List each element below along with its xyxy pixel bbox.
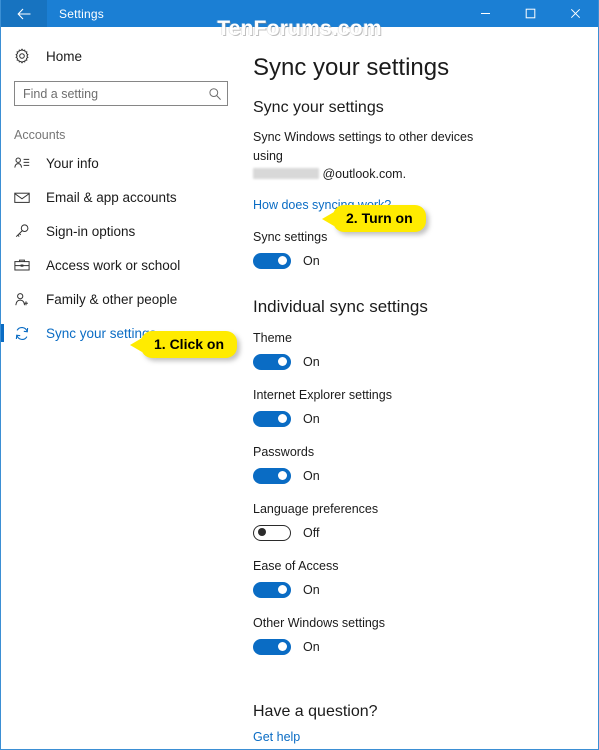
setting-label: Other Windows settings <box>253 615 385 630</box>
main-content: Sync your settings Sync your settings Sy… <box>243 27 598 749</box>
back-button[interactable] <box>1 0 47 27</box>
setting-label: Internet Explorer settings <box>253 387 392 402</box>
key-icon <box>14 223 40 239</box>
search-box[interactable] <box>14 81 228 106</box>
sync-settings-group: Sync settings On <box>253 230 598 271</box>
setting-toggle-row: Off <box>253 523 598 543</box>
setting-label: Passwords <box>253 444 315 459</box>
sync-icon <box>14 326 40 341</box>
sidebar-item-access-work-or-school[interactable]: Access work or school <box>1 248 243 282</box>
setting-passwords: Passwords On <box>253 445 598 486</box>
language-preferences-toggle[interactable] <box>253 524 291 541</box>
sidebar-item-family-other-people[interactable]: Family & other people <box>1 282 243 316</box>
setting-toggle-row: On <box>253 352 598 372</box>
briefcase-icon <box>14 258 40 272</box>
setting-state: On <box>303 582 320 597</box>
setting-ease-of-access: Ease of Access On <box>253 559 598 600</box>
sidebar-item-label: Your info <box>46 155 99 171</box>
setting-state: On <box>303 354 320 369</box>
setting-toggle-row: On <box>253 409 598 429</box>
setting-label: Ease of Access <box>253 558 339 573</box>
setting-toggle-row: On <box>253 466 598 486</box>
callout-text: 1. Click on <box>154 336 225 352</box>
theme-toggle[interactable] <box>253 353 291 370</box>
description-line-2: @outlook.com. <box>322 166 407 181</box>
person-add-icon <box>14 292 40 307</box>
sync-description: Sync Windows settings to other devices u… <box>253 128 503 182</box>
minimize-button[interactable] <box>463 0 508 27</box>
sidebar-item-label: Home <box>46 48 83 64</box>
sidebar-item-label: Email & app accounts <box>46 189 177 205</box>
callout-text: 2. Turn on <box>346 210 413 226</box>
help-link-container: How does syncing work? <box>253 196 598 214</box>
sync-settings-toggle-row: On <box>253 251 598 271</box>
sidebar-item-label: Access work or school <box>46 257 181 273</box>
search-container <box>1 73 243 106</box>
ease-of-access-toggle[interactable] <box>253 581 291 598</box>
get-help-link[interactable]: Get help <box>253 730 300 744</box>
sync-settings-toggle[interactable] <box>253 252 291 269</box>
callout-turn-on: 2. Turn on <box>322 205 426 232</box>
setting-state: On <box>303 639 320 654</box>
setting-label: Theme <box>253 330 292 345</box>
sidebar-item-sign-in-options[interactable]: Sign-in options <box>1 214 243 248</box>
setting-state: On <box>303 411 320 426</box>
sidebar: Home Accounts <box>1 27 243 749</box>
callout-tail <box>322 211 334 226</box>
window-controls <box>463 0 598 27</box>
setting-theme: Theme On <box>253 331 598 372</box>
person-info-icon <box>14 156 40 170</box>
individual-sync-heading: Individual sync settings <box>253 296 428 316</box>
envelope-icon <box>14 191 40 204</box>
sync-settings-state: On <box>303 253 320 268</box>
search-icon[interactable] <box>203 87 227 101</box>
window-title: Settings <box>59 6 104 21</box>
setting-label: Language preferences <box>253 501 379 516</box>
sidebar-group-label: Accounts <box>14 128 66 142</box>
redacted-username <box>253 167 319 179</box>
sidebar-item-email-app-accounts[interactable]: Email & app accounts <box>1 180 243 214</box>
title-bar: Settings <box>1 0 598 27</box>
sidebar-item-label: Family & other people <box>46 291 178 307</box>
back-arrow-icon <box>17 8 31 20</box>
setting-other-windows-settings: Other Windows settings On <box>253 616 598 657</box>
search-input[interactable] <box>15 82 203 105</box>
internet-explorer-settings-toggle[interactable] <box>253 410 291 427</box>
callout-click-on: 1. Click on <box>130 331 238 358</box>
close-icon <box>570 8 581 19</box>
minimize-icon <box>480 8 491 19</box>
passwords-toggle[interactable] <box>253 467 291 484</box>
setting-language-preferences: Language preferences Off <box>253 502 598 543</box>
sync-settings-label: Sync settings <box>253 229 328 244</box>
sidebar-item-your-info[interactable]: Your info <box>1 146 243 180</box>
description-line-1: Sync Windows settings to other devices u… <box>253 130 474 163</box>
settings-window: Settings TenForums.com Home Find a setti… <box>0 0 599 750</box>
callout-tail <box>130 337 142 352</box>
maximize-button[interactable] <box>508 0 553 27</box>
gear-icon <box>14 48 40 64</box>
setting-internet-explorer: Internet Explorer settings On <box>253 388 598 429</box>
sidebar-item-label: Sign-in options <box>46 223 136 239</box>
setting-state: On <box>303 468 320 483</box>
close-button[interactable] <box>553 0 598 27</box>
other-windows-settings-toggle[interactable] <box>253 638 291 655</box>
page-title: Sync your settings <box>253 54 450 81</box>
question-heading: Have a question? <box>253 702 378 720</box>
setting-toggle-row: On <box>253 580 598 600</box>
setting-toggle-row: On <box>253 637 598 657</box>
setting-state: Off <box>303 525 320 540</box>
section-heading: Sync your settings <box>253 99 384 117</box>
title-bar-drag-area <box>104 0 463 27</box>
have-a-question-section: Have a question? Get help <box>253 703 598 746</box>
sidebar-item-home[interactable]: Home <box>1 39 243 73</box>
maximize-icon <box>525 8 536 19</box>
